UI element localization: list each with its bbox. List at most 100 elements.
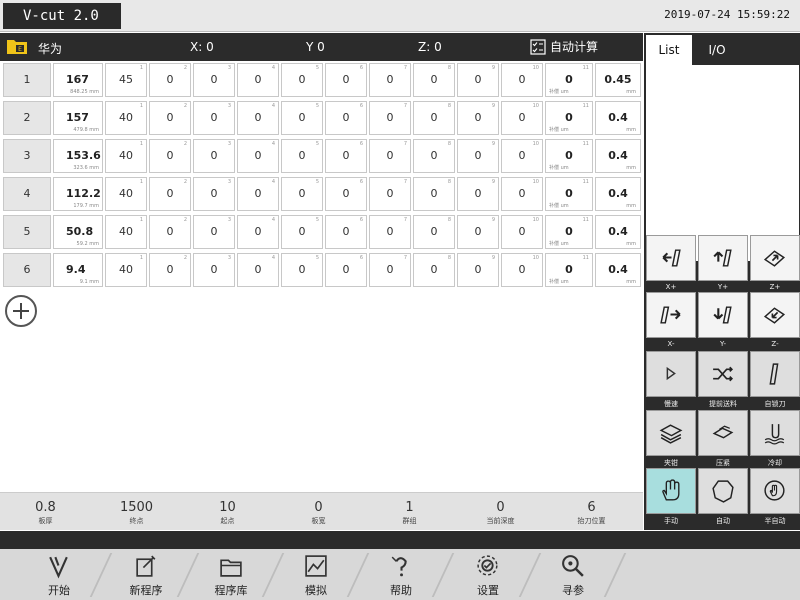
param-cell[interactable]: 10 0 xyxy=(501,215,543,249)
length-cell[interactable]: 9.4 9.1 mm xyxy=(53,253,103,287)
param-cell[interactable]: 3 0 xyxy=(193,63,235,97)
angle-cell[interactable]: 1 40 xyxy=(105,177,147,211)
param-cell[interactable]: 9 0 xyxy=(457,253,499,287)
param-cell[interactable]: 9 0 xyxy=(457,139,499,173)
length-cell[interactable]: 50.8 59.2 mm xyxy=(53,215,103,249)
comp-cell[interactable]: 11 0 补偿 um xyxy=(545,139,593,173)
angle-cell[interactable]: 1 40 xyxy=(105,101,147,135)
param-cell[interactable]: 8 0 xyxy=(413,139,455,173)
param-cell[interactable]: 4 0 xyxy=(237,139,279,173)
param-cell[interactable]: 7 0 xyxy=(369,253,411,287)
param-cell[interactable]: 3 0 xyxy=(193,139,235,173)
depth-cell[interactable]: 0.45 mm xyxy=(595,63,641,97)
row-index[interactable]: 1 xyxy=(3,63,51,97)
param-cell[interactable]: 3 0 xyxy=(193,253,235,287)
length-cell[interactable]: 167 848.25 mm xyxy=(53,63,103,97)
comp-cell[interactable]: 11 0 补偿 um xyxy=(545,253,593,287)
param-cell[interactable]: 8 0 xyxy=(413,215,455,249)
key-hand[interactable] xyxy=(646,468,696,514)
nav-button-1[interactable]: 开始 xyxy=(26,549,92,600)
param-cell[interactable]: 3 0 xyxy=(193,215,235,249)
angle-cell[interactable]: 1 45 xyxy=(105,63,147,97)
key-blade[interactable] xyxy=(750,351,800,397)
param-cell[interactable]: 6 0 xyxy=(325,63,367,97)
nav-button-4[interactable]: 模拟 xyxy=(283,549,349,600)
param-cell[interactable]: 2 0 xyxy=(149,139,191,173)
add-row-button[interactable] xyxy=(5,295,37,327)
param-cell[interactable]: 2 0 xyxy=(149,177,191,211)
param-cell[interactable]: 6 0 xyxy=(325,177,367,211)
param-cell[interactable]: 5 0 xyxy=(281,215,323,249)
length-cell[interactable]: 153.6 323.6 mm xyxy=(53,139,103,173)
param-cell[interactable]: 9 0 xyxy=(457,215,499,249)
comp-cell[interactable]: 11 0 补偿 um xyxy=(545,215,593,249)
length-cell[interactable]: 112.2 179.7 mm xyxy=(53,177,103,211)
param-cell[interactable]: 4 0 xyxy=(237,177,279,211)
angle-cell[interactable]: 1 40 xyxy=(105,215,147,249)
key-z-down[interactable] xyxy=(750,292,800,338)
param-cell[interactable]: 2 0 xyxy=(149,215,191,249)
key-shuffle[interactable] xyxy=(698,351,748,397)
comp-cell[interactable]: 11 0 补偿 um xyxy=(545,177,593,211)
param-cell[interactable]: 8 0 xyxy=(413,177,455,211)
nav-button-5[interactable]: 帮助 xyxy=(368,549,434,600)
param-cell[interactable]: 10 0 xyxy=(501,139,543,173)
key-play[interactable] xyxy=(646,351,696,397)
depth-cell[interactable]: 0.4 mm xyxy=(595,177,641,211)
param-cell[interactable]: 4 0 xyxy=(237,215,279,249)
depth-cell[interactable]: 0.4 mm xyxy=(595,253,641,287)
param-cell[interactable]: 9 0 xyxy=(457,101,499,135)
param-cell[interactable]: 7 0 xyxy=(369,139,411,173)
row-index[interactable]: 5 xyxy=(3,215,51,249)
param-cell[interactable]: 7 0 xyxy=(369,101,411,135)
param-cell[interactable]: 6 0 xyxy=(325,215,367,249)
param-cell[interactable]: 10 0 xyxy=(501,101,543,135)
param-cell[interactable]: 8 0 xyxy=(413,253,455,287)
nav-button-3[interactable]: 程序库 xyxy=(198,549,264,600)
param-cell[interactable]: 6 0 xyxy=(325,101,367,135)
key-move-up[interactable] xyxy=(698,235,748,281)
param-cell[interactable]: 10 0 xyxy=(501,63,543,97)
param-cell[interactable]: 10 0 xyxy=(501,253,543,287)
param-cell[interactable]: 3 0 xyxy=(193,177,235,211)
param-cell[interactable]: 7 0 xyxy=(369,63,411,97)
param-cell[interactable]: 7 0 xyxy=(369,215,411,249)
param-cell[interactable]: 10 0 xyxy=(501,177,543,211)
key-coolant[interactable] xyxy=(750,410,800,456)
param-cell[interactable]: 9 0 xyxy=(457,63,499,97)
key-move-down[interactable] xyxy=(698,292,748,338)
comp-cell[interactable]: 11 0 补偿 um xyxy=(545,101,593,135)
row-index[interactable]: 3 xyxy=(3,139,51,173)
tab-io[interactable]: I/O xyxy=(694,35,740,65)
param-cell[interactable]: 5 0 xyxy=(281,101,323,135)
row-index[interactable]: 2 xyxy=(3,101,51,135)
comp-cell[interactable]: 11 0 补偿 um xyxy=(545,63,593,97)
param-cell[interactable]: 5 0 xyxy=(281,253,323,287)
key-auto[interactable] xyxy=(698,468,748,514)
key-clamp[interactable] xyxy=(646,410,696,456)
angle-cell[interactable]: 1 40 xyxy=(105,253,147,287)
key-semi-auto[interactable] xyxy=(750,468,800,514)
key-move-left[interactable] xyxy=(646,235,696,281)
nav-button-2[interactable]: 新程序 xyxy=(113,549,179,600)
key-press[interactable] xyxy=(698,410,748,456)
depth-cell[interactable]: 0.4 mm xyxy=(595,139,641,173)
key-z-up[interactable] xyxy=(750,235,800,281)
auto-calc-button[interactable]: 自动计算 xyxy=(530,38,598,55)
param-cell[interactable]: 2 0 xyxy=(149,63,191,97)
param-cell[interactable]: 8 0 xyxy=(413,101,455,135)
param-cell[interactable]: 2 0 xyxy=(149,253,191,287)
param-cell[interactable]: 5 0 xyxy=(281,63,323,97)
param-cell[interactable]: 7 0 xyxy=(369,177,411,211)
nav-button-7[interactable]: 寻参 xyxy=(540,549,606,600)
param-cell[interactable]: 4 0 xyxy=(237,101,279,135)
param-cell[interactable]: 6 0 xyxy=(325,253,367,287)
depth-cell[interactable]: 0.4 mm xyxy=(595,101,641,135)
param-cell[interactable]: 5 0 xyxy=(281,177,323,211)
depth-cell[interactable]: 0.4 mm xyxy=(595,215,641,249)
row-index[interactable]: 4 xyxy=(3,177,51,211)
param-cell[interactable]: 3 0 xyxy=(193,101,235,135)
param-cell[interactable]: 6 0 xyxy=(325,139,367,173)
param-cell[interactable]: 2 0 xyxy=(149,101,191,135)
length-cell[interactable]: 157 479.8 mm xyxy=(53,101,103,135)
